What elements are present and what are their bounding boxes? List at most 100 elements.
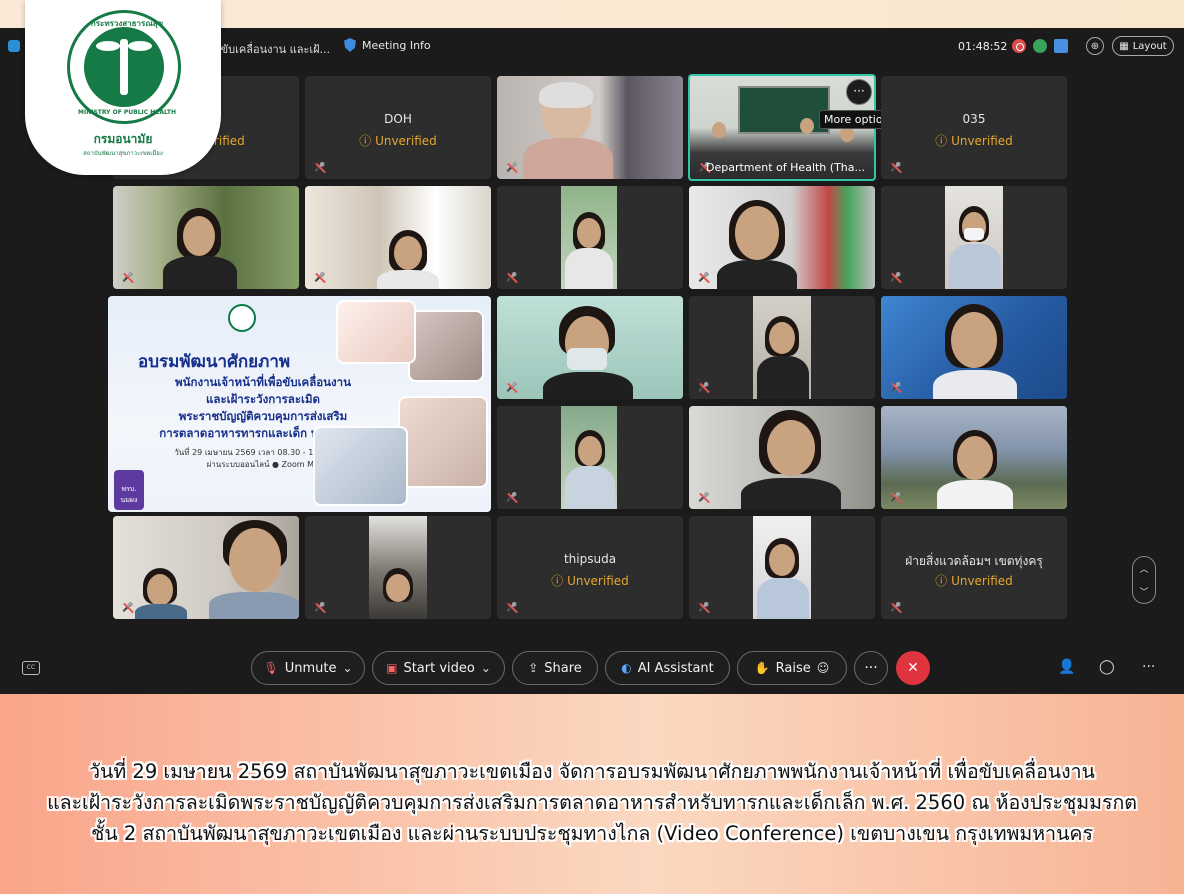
muted-mic-icon: 🎙 [263, 661, 279, 675]
participant-video-tile[interactable] [881, 406, 1067, 509]
seal-inner [84, 27, 164, 107]
muted-mic-icon [697, 380, 711, 394]
share-icon: ⇪ [528, 661, 539, 675]
chat-icon[interactable]: ◯ [1099, 659, 1115, 675]
more-panels-icon[interactable]: ··· [1142, 659, 1155, 675]
shared-content-slide[interactable]: อบรมพัฒนาศักยภาพ พนักงานเจ้าหน้าที่เพื่อ… [108, 296, 491, 512]
participant-tile-environment[interactable]: ฝ่ายสิ่งแวดล้อมฯ เขตทุ่งครุ ⓘ Unverified [881, 516, 1067, 619]
participant-face [394, 236, 422, 270]
reaction-icon[interactable]: ☺ [817, 661, 830, 675]
participants-icon[interactable]: 👤 [1058, 659, 1075, 675]
participant-face [578, 436, 602, 466]
participant-face [147, 574, 173, 606]
participant-body [377, 270, 439, 289]
share-button[interactable]: ⇪ Share [512, 651, 598, 685]
participant-body [937, 480, 1013, 509]
participant-video-tile[interactable] [497, 76, 683, 179]
participant-face [800, 118, 814, 134]
chevron-down-icon[interactable]: ⌄ [481, 661, 491, 675]
ministry-logo-icon [228, 304, 256, 332]
caption-line-3: ชั้น 2 สถาบันพัฒนาสุขภาวะเขตเมือง และผ่า… [91, 822, 1093, 845]
participant-video-tile[interactable] [497, 406, 683, 509]
participant-video-tile[interactable] [689, 406, 875, 509]
muted-mic-icon [889, 490, 903, 504]
notes-icon[interactable] [1054, 39, 1068, 53]
participant-video-tile[interactable] [497, 186, 683, 289]
hand-icon: ✋ [754, 661, 770, 675]
participant-video-tile[interactable] [305, 186, 491, 289]
slide-line-3: พระราชบัญญัติควบคุมการส่งเสริม [178, 409, 348, 423]
participant-body [565, 248, 613, 289]
ai-assistant-icon: ◐ [621, 661, 632, 675]
conference-screen [738, 86, 830, 134]
unverified-icon: ⓘ [359, 134, 372, 148]
muted-mic-icon [697, 600, 711, 614]
participant-tile-035[interactable]: 035 ⓘ Unverified [881, 76, 1067, 179]
participant-face [386, 574, 410, 602]
participant-tile-doh[interactable]: DOH ⓘ Unverified [305, 76, 491, 179]
grid-scroll-control[interactable]: ︿ ﹀ [1132, 556, 1156, 604]
participant-video-tile[interactable] [689, 186, 875, 289]
closed-captions-icon[interactable]: CC [22, 661, 40, 675]
participant-body [757, 578, 809, 619]
unverified-icon: ⓘ [935, 134, 948, 148]
zoom-icon[interactable]: ⊕ [1086, 37, 1104, 55]
participant-face [769, 544, 795, 576]
unverified-icon: ⓘ [935, 574, 948, 588]
chevron-down-icon[interactable]: ﹀ [1139, 585, 1148, 598]
participant-body [135, 604, 187, 619]
news-caption: วันที่ 29 เมษายน 2569 สถาบันพัฒนาสุขภาวะ… [12, 756, 1172, 849]
network-stats-icon[interactable] [1033, 39, 1047, 53]
meeting-info-button[interactable]: Meeting Info [344, 38, 431, 52]
chevron-down-icon[interactable]: ⌄ [342, 661, 352, 675]
ai-assistant-button[interactable]: ◐ AI Assistant [605, 651, 730, 685]
participant-video-tile[interactable] [881, 296, 1067, 399]
unmute-button[interactable]: 🎙 Unmute ⌄ [251, 651, 365, 685]
layout-button[interactable]: ▦ Layout [1112, 36, 1174, 56]
meeting-timer: 01:48:52 [958, 40, 1008, 53]
unverified-icon: ⓘ [551, 574, 564, 588]
participant-tile-thipsuda[interactable]: thipsuda ⓘ Unverified [497, 516, 683, 619]
participant-body [209, 592, 299, 619]
unverified-badge: ⓘ Unverified [935, 574, 1013, 588]
start-video-button[interactable]: ▣ Start video ⌄ [372, 651, 505, 685]
participant-body [543, 372, 633, 399]
participant-video-tile[interactable] [113, 516, 299, 619]
caption-line-1: วันที่ 29 เมษายน 2569 สถาบันพัฒนาสุขภาวะ… [89, 760, 1095, 783]
muted-mic-icon [121, 600, 135, 614]
participant-name: thipsuda [563, 552, 617, 566]
chevron-up-icon[interactable]: ︿ [1139, 562, 1148, 575]
participant-video-tile[interactable] [305, 516, 491, 619]
participant-video-tile[interactable] [689, 296, 875, 399]
meeting-info-label: Meeting Info [362, 38, 431, 52]
participant-body [565, 466, 615, 509]
webex-logo-icon [8, 40, 20, 52]
more-options-button[interactable]: ··· [846, 79, 872, 105]
leave-meeting-button[interactable]: ✕ [896, 651, 930, 685]
participant-face [957, 436, 993, 480]
slide-heading: อบรมพัฒนาศักยภาพ [138, 352, 291, 372]
baby-photo [398, 396, 488, 488]
participant-video-tile[interactable] [113, 186, 299, 289]
muted-mic-icon [697, 270, 711, 284]
seal-bottom-text: MINISTRY OF PUBLIC HEALTH [78, 109, 176, 116]
participant-video-tile[interactable] [689, 516, 875, 619]
participant-face [769, 322, 795, 354]
face-mask [567, 348, 607, 370]
caduceus-wing [96, 41, 120, 51]
muted-mic-icon [505, 380, 519, 394]
participant-face [229, 528, 281, 592]
participant-face [951, 312, 997, 368]
recording-icon[interactable] [1012, 39, 1026, 53]
participant-video-tile[interactable] [497, 296, 683, 399]
more-controls-button[interactable]: ··· [854, 651, 888, 685]
caption-line-2: และเฝ้าระวังการละเมิดพระราชบัญญัติควบคุม… [47, 791, 1137, 814]
layout-label: Layout [1132, 40, 1167, 52]
participant-video-tile[interactable] [881, 186, 1067, 289]
participant-face [735, 206, 779, 260]
participant-body [949, 244, 1001, 289]
ministry-seal-icon: กระทรวงสาธารณสุข MINISTRY OF PUBLIC HEAL… [67, 10, 181, 124]
shield-icon [344, 38, 356, 52]
raise-hand-button[interactable]: ✋ Raise ☺ [737, 651, 847, 685]
muted-mic-icon [505, 490, 519, 504]
